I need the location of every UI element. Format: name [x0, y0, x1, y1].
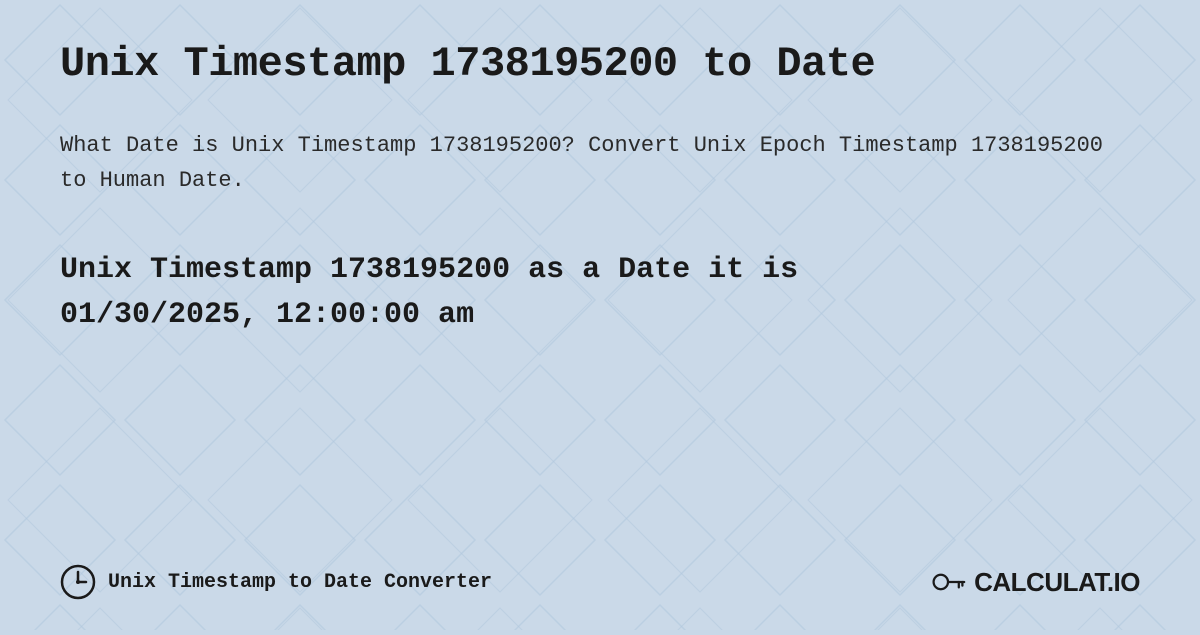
calculat-logo-icon: [930, 564, 966, 600]
logo-calc: CALCULAT.IO: [974, 567, 1140, 597]
result-text: Unix Timestamp 1738195200 as a Date it i…: [60, 248, 1140, 338]
page-description: What Date is Unix Timestamp 1738195200? …: [60, 128, 1140, 198]
result-line1: Unix Timestamp 1738195200 as a Date it i…: [60, 253, 798, 287]
main-content: Unix Timestamp 1738195200 to Date What D…: [0, 0, 1200, 428]
clock-icon: [60, 564, 96, 600]
footer: Unix Timestamp to Date Converter CALCULA…: [60, 564, 1140, 600]
footer-left: Unix Timestamp to Date Converter: [60, 564, 492, 600]
logo-text: CALCULAT.IO: [974, 567, 1140, 598]
result-section: Unix Timestamp 1738195200 as a Date it i…: [60, 248, 1140, 338]
page-title: Unix Timestamp 1738195200 to Date: [60, 40, 1140, 88]
logo-area: CALCULAT.IO: [930, 564, 1140, 600]
result-line2: 01/30/2025, 12:00:00 am: [60, 298, 474, 332]
footer-label: Unix Timestamp to Date Converter: [108, 571, 492, 594]
